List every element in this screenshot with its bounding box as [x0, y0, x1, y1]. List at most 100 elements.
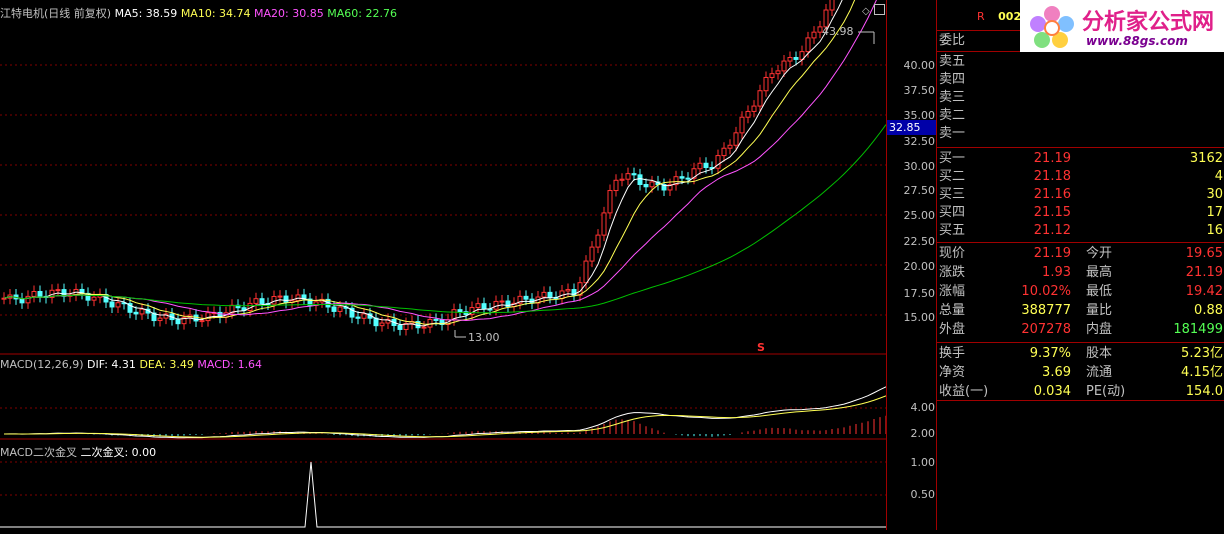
ma20-label: MA20: 30.85	[254, 7, 324, 20]
price-tick: 25.00	[903, 209, 936, 222]
high-price-marker: 43.98	[822, 25, 854, 38]
price-tick: 37.50	[903, 84, 936, 97]
macd-tick: 4.00	[910, 401, 936, 414]
quote-label: 涨跌	[939, 265, 966, 280]
diamond-icon[interactable]: ◇	[862, 6, 870, 17]
quote-value-2: 181499	[1173, 322, 1223, 337]
quote-row: 涨幅 10.02% 最低 19.42	[937, 283, 1224, 301]
buy-volume: 30	[1206, 187, 1223, 202]
quote-label-2: 内盘	[1086, 322, 1113, 337]
price-tick: 20.00	[903, 260, 936, 273]
macd-tick: 2.00	[910, 427, 936, 440]
quote-label: 外盘	[939, 322, 966, 337]
quote-value: 21.19	[1033, 246, 1071, 261]
quote-label-2: 最高	[1086, 265, 1113, 280]
stat-label: 换手	[939, 346, 966, 361]
code-prefix: R	[977, 10, 985, 23]
buy-price: 21.12	[1033, 223, 1071, 238]
stat-label-2: 股本	[1086, 346, 1113, 361]
quote-value-2: 21.19	[1185, 265, 1223, 280]
macd-legend: MACD(12,26,9) DIF: 4.31 DEA: 3.49 MACD: …	[0, 358, 262, 371]
cross-name: MACD二次金叉	[0, 446, 77, 459]
quote-row: 外盘 207278 内盘 181499	[937, 321, 1224, 339]
ma5-line	[3, 0, 843, 327]
ma5-label: MA5: 38.59	[114, 7, 178, 20]
sell-label: 卖一	[939, 126, 966, 141]
sell-label: 卖二	[939, 108, 966, 123]
stat-value: 9.37%	[1029, 346, 1071, 361]
price-tick: 27.50	[903, 184, 936, 197]
stock-title: 江特电机(日线 前复权)	[0, 7, 112, 20]
macd-dif: DIF: 4.31	[87, 358, 136, 371]
quote-panel: R 0021 委比 卖五 卖四 卖三 卖二 卖一 买一 21.19 3162 买二 21…	[936, 0, 1224, 530]
price-tick: 32.50	[903, 135, 936, 148]
buy-label: 买四	[939, 205, 966, 220]
buy-label: 买二	[939, 169, 966, 184]
buy-row[interactable]: 买三 21.16 30	[937, 186, 1224, 204]
price-tick: 30.00	[903, 160, 936, 173]
sell-label: 卖五	[939, 54, 966, 69]
cross-signal-line	[0, 461, 886, 528]
buy-volume: 3162	[1189, 151, 1223, 166]
quote-row: 涨跌 1.93 最高 21.19	[937, 264, 1224, 282]
quote-label-2: 今开	[1086, 246, 1113, 261]
stat-label: 净资	[939, 365, 966, 380]
quote-value: 1.93	[1042, 265, 1071, 280]
quote-value-2: 19.42	[1185, 284, 1223, 299]
cross-tick: 0.50	[910, 488, 936, 501]
stat-label-2: PE(动)	[1086, 384, 1126, 399]
buy-volume: 17	[1206, 205, 1223, 220]
sell-row[interactable]: 卖一	[937, 125, 1224, 143]
quote-value-2: 19.65	[1185, 246, 1223, 261]
quote-label-2: 量比	[1086, 303, 1113, 318]
cross-tick: 1.00	[910, 456, 936, 469]
price-tick: 22.50	[903, 235, 936, 248]
stat-value-2: 4.15亿	[1181, 365, 1223, 380]
price-tick: 15.00	[903, 311, 936, 324]
buy-label: 买一	[939, 151, 966, 166]
price-tick: 17.50	[903, 287, 936, 300]
price-axis[interactable]: 40.00 37.50 35.00 32.50 30.00 27.50 25.0…	[886, 0, 937, 530]
cross-value: 二次金叉: 0.00	[80, 446, 157, 459]
buy-row[interactable]: 买二 21.18 4	[937, 168, 1224, 186]
buy-price: 21.16	[1033, 187, 1071, 202]
ma20-line	[3, 0, 877, 321]
quote-value: 207278	[1021, 322, 1071, 337]
quote-value-2: 0.88	[1194, 303, 1223, 318]
buy-label: 买五	[939, 223, 966, 238]
macd-name: MACD(12,26,9)	[0, 358, 84, 371]
sell-row[interactable]: 卖二	[937, 107, 1224, 125]
s-signal-marker: S	[757, 341, 765, 354]
stat-label: 收益(一)	[939, 384, 989, 399]
buy-price: 21.15	[1033, 205, 1071, 220]
stat-value: 3.69	[1042, 365, 1071, 380]
macd-dea: DEA: 3.49	[139, 358, 194, 371]
stat-value-2: 5.23亿	[1181, 346, 1223, 361]
buy-row[interactable]: 买四 21.15 17	[937, 204, 1224, 222]
chart-area[interactable]: 江特电机(日线 前复权) MA5: 38.59 MA10: 34.74 MA20…	[0, 0, 887, 530]
sell-row[interactable]: 卖三	[937, 89, 1224, 107]
current-price-tag: 32.85	[887, 120, 937, 135]
buy-label: 买三	[939, 187, 966, 202]
quote-row: 现价 21.19 今开 19.65	[937, 245, 1224, 263]
low-price-marker: 13.00	[468, 331, 500, 344]
buy-price: 21.19	[1033, 151, 1071, 166]
quote-row: 总量 388777 量比 0.88	[937, 302, 1224, 320]
macd-value: MACD: 1.64	[197, 358, 263, 371]
buy-price: 21.18	[1033, 169, 1071, 184]
stat-row: 换手 9.37% 股本 5.23亿	[937, 345, 1224, 363]
ma60-label: MA60: 22.76	[327, 7, 397, 20]
quote-label: 总量	[939, 303, 966, 318]
sell-row[interactable]: 卖五	[937, 53, 1224, 71]
buy-row[interactable]: 买五 21.12 16	[937, 222, 1224, 240]
sell-row[interactable]: 卖四	[937, 71, 1224, 89]
stat-row: 净资 3.69 流通 4.15亿	[937, 364, 1224, 382]
site-logo: 分析家公式网 www.88gs.com	[1020, 0, 1224, 52]
quote-value: 388777	[1021, 303, 1071, 318]
maximize-icon[interactable]	[874, 4, 885, 15]
quote-label-2: 最低	[1086, 284, 1113, 299]
sell-label: 卖三	[939, 90, 966, 105]
buy-row[interactable]: 买一 21.19 3162	[937, 150, 1224, 168]
sell-label: 卖四	[939, 72, 966, 87]
quote-label: 涨幅	[939, 284, 966, 299]
